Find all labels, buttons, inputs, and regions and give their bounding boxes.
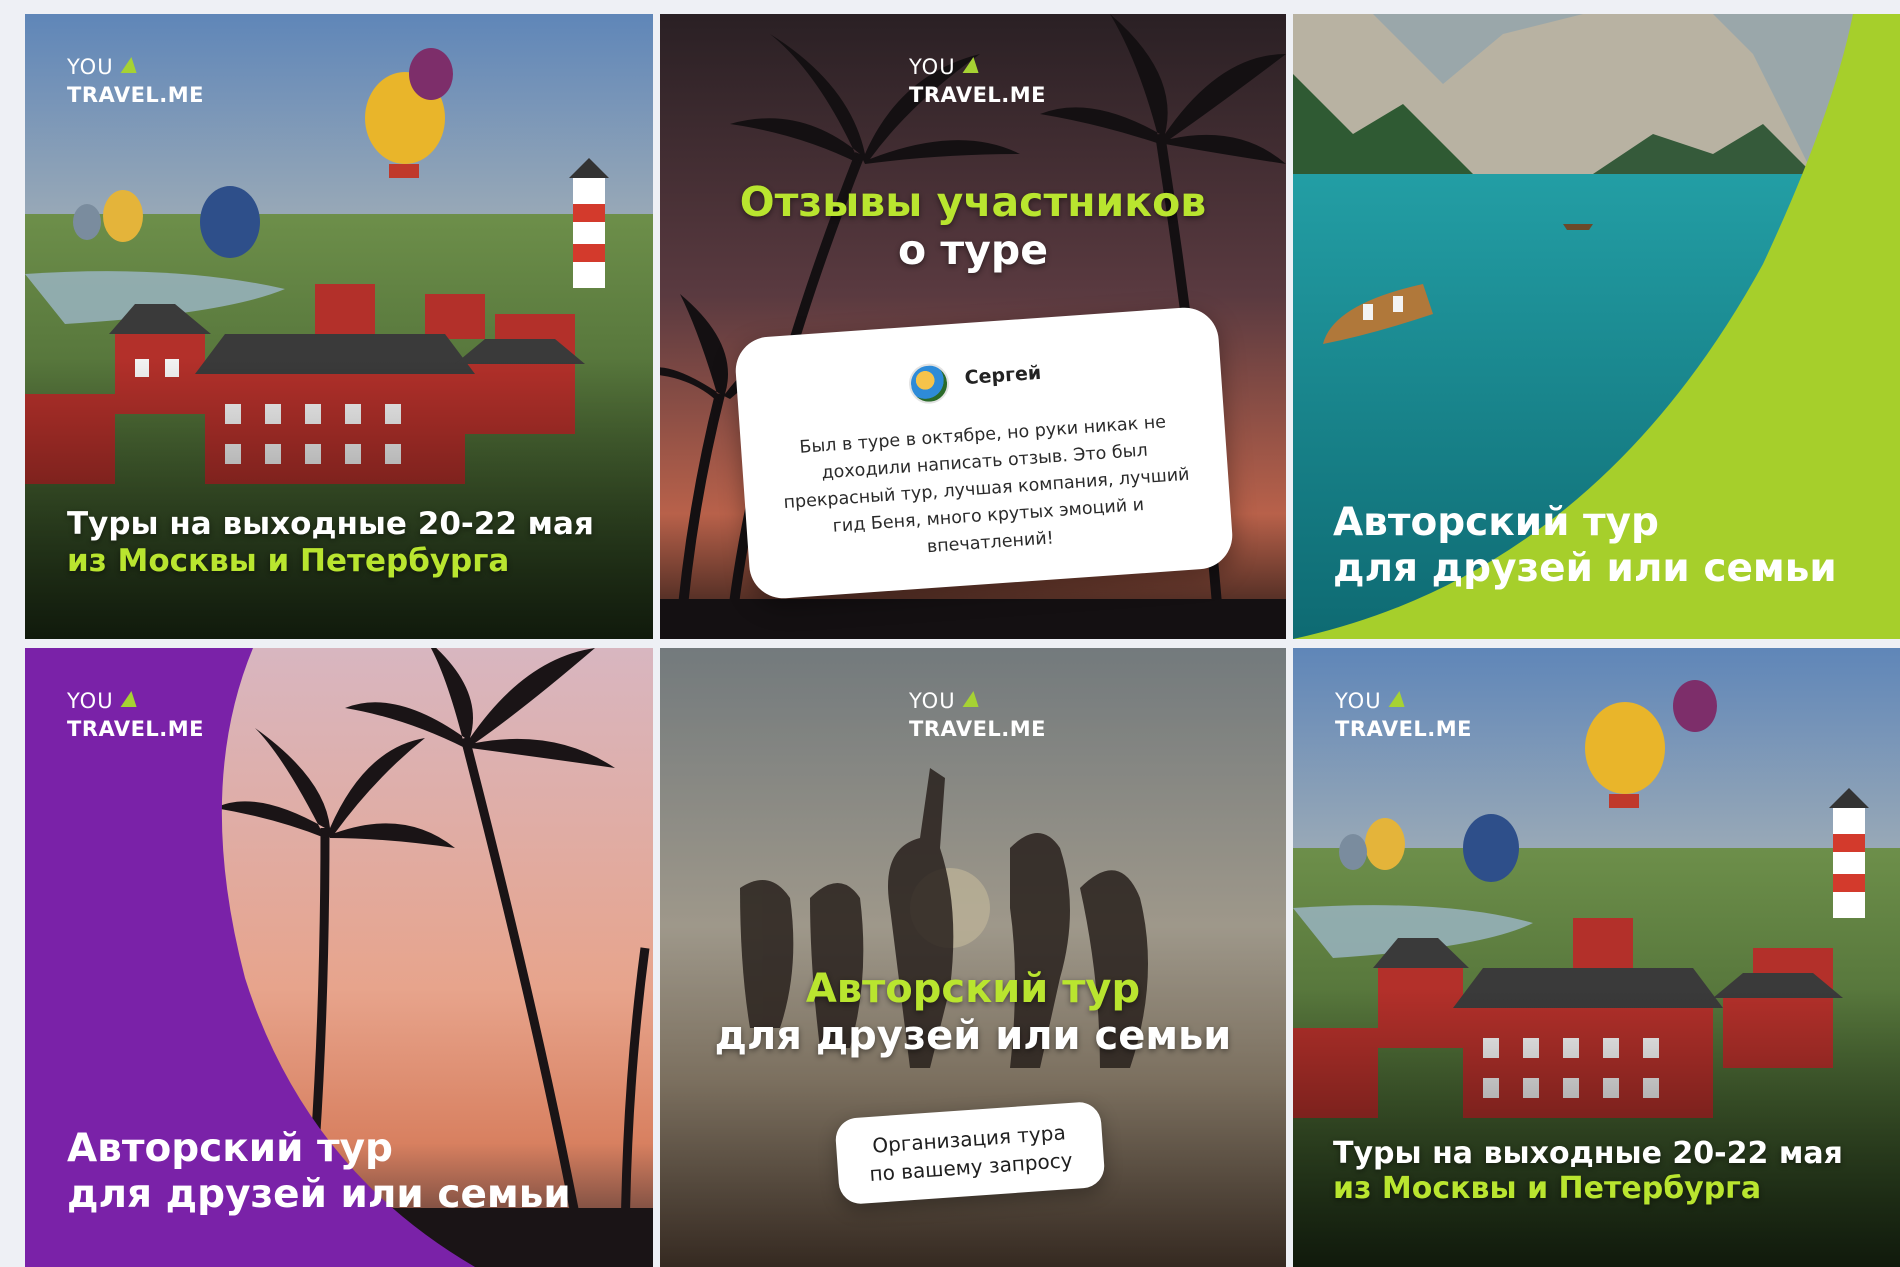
post-headline: Туры на выходные 20-22 мая из Москвы и П… [1333, 1136, 1843, 1207]
logo-you: YOU [909, 689, 956, 713]
logo-triangle-icon [120, 57, 140, 73]
headline-line-2: из Москвы и Петербурга [67, 542, 510, 579]
headline-line-1: Туры на выходные 20-22 мая [1333, 1136, 1843, 1171]
headline-line-1: Авторский тур [1333, 500, 1659, 545]
review-card[interactable]: Сергей Был в туре в октябре, но руки ник… [733, 305, 1235, 601]
headline-line-1: Авторский тур [805, 966, 1141, 1012]
logo-travel: TRAVEL.ME [67, 83, 205, 107]
logo-triangle-icon [1388, 691, 1408, 707]
logo-triangle-icon [962, 691, 982, 707]
headline-line-2: для друзей или семьи [1333, 546, 1837, 592]
post-tile-weekend-tours-2[interactable]: YOU TRAVEL.ME Туры на выходные 20-22 мая… [1293, 648, 1900, 1267]
headline-line-2: из Москвы и Петербурга [1333, 1171, 1762, 1207]
brand-logo[interactable]: YOU TRAVEL.ME [909, 688, 1046, 742]
logo-travel: TRAVEL.ME [909, 717, 1047, 741]
reviewer-name: Сергей [963, 361, 1042, 390]
logo-travel: TRAVEL.ME [67, 717, 205, 741]
brand-logo[interactable]: YOU TRAVEL.ME [67, 688, 204, 742]
review-text: Был в туре в октябре, но руки никак не д… [782, 412, 1191, 558]
logo-you: YOU [67, 689, 114, 713]
post-headline: Авторский тур для друзей или семьи [660, 966, 1286, 1060]
logo-triangle-icon [962, 57, 982, 73]
post-headline: Туры на выходные 20-22 мая из Москвы и П… [67, 506, 594, 579]
post-grid: YOU TRAVEL.ME Туры на выходные 20-22 мая… [0, 0, 1900, 1267]
reviews-title: Отзывы участников о туре [660, 178, 1286, 275]
post-tile-author-tour-palms[interactable]: YOU TRAVEL.ME Авторский тур для друзей и… [25, 648, 653, 1267]
title-line-2: о туре [897, 226, 1049, 275]
logo-you: YOU [1335, 689, 1382, 713]
headline-line-2: для друзей или семьи [714, 1013, 1232, 1060]
brand-logo[interactable]: YOU TRAVEL.ME [1335, 688, 1472, 742]
logo-triangle-icon [120, 691, 140, 707]
logo-travel: TRAVEL.ME [909, 83, 1047, 107]
headline-line-1: Авторский тур [67, 1126, 393, 1171]
title-line-1: Отзывы участников [739, 178, 1207, 226]
post-tile-author-tour-friends[interactable]: YOU TRAVEL.ME Авторский тур для друзей и… [660, 648, 1286, 1267]
brand-logo[interactable]: YOU TRAVEL.ME [67, 54, 204, 108]
post-headline: Авторский тур для друзей или семьи [67, 1126, 571, 1218]
brand-logo[interactable]: YOU TRAVEL.ME [909, 54, 1046, 108]
post-tile-reviews[interactable]: YOU TRAVEL.ME Отзывы участников о туре С… [660, 14, 1286, 639]
headline-line-2: для друзей или семьи [67, 1172, 571, 1218]
logo-travel: TRAVEL.ME [1335, 717, 1473, 741]
post-tile-weekend-tours[interactable]: YOU TRAVEL.ME Туры на выходные 20-22 мая… [25, 14, 653, 639]
avatar [907, 362, 951, 406]
post-tile-author-tour-lake[interactable]: Авторский тур для друзей или семьи [1293, 14, 1900, 639]
post-headline: Авторский тур для друзей или семьи [1333, 500, 1837, 592]
logo-you: YOU [67, 55, 114, 79]
logo-you: YOU [909, 55, 956, 79]
headline-line-1: Туры на выходные 20-22 мая [67, 506, 594, 542]
